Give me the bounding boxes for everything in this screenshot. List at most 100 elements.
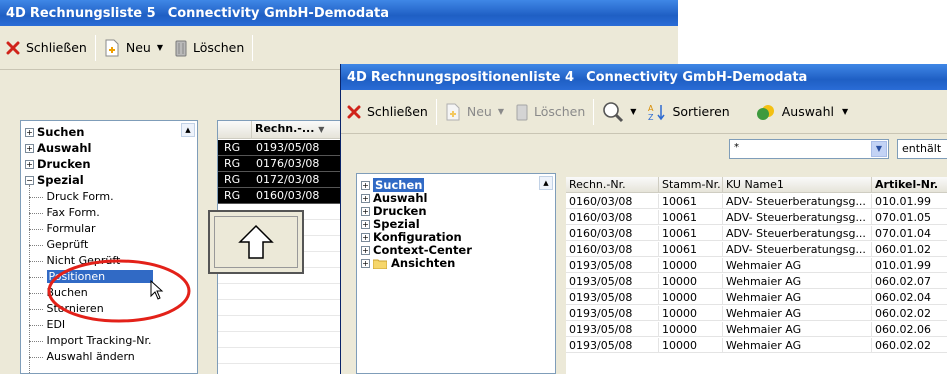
table-cell: 0193/05/08 — [566, 258, 659, 273]
table-cell: 10000 — [659, 338, 723, 353]
back-window-titlebar[interactable]: 4D Rechnungsliste 5 Connectivity GmbH-De… — [0, 0, 678, 26]
tree-node-context-center[interactable]: + Context-Center — [361, 243, 472, 257]
table-cell: 10000 — [659, 322, 723, 337]
table-row[interactable]: 0160/03/08 10061 ADV- Steuerberatungsg... 0… — [566, 194, 947, 210]
dropdown-arrow-icon[interactable]: ▼ — [630, 107, 636, 116]
sort-arrow-icon: ▼ — [318, 125, 325, 134]
table-row[interactable]: 0193/05/08 10000 Wehmaier AG 060.02.02 — [566, 338, 947, 354]
new-document-icon — [105, 39, 119, 56]
back-grid-row[interactable]: RG 0160/03/08 — [218, 188, 348, 204]
table-cell: 010.01.99 — [872, 258, 947, 273]
table-row[interactable]: 0193/05/08 10000 Wehmaier AG 060.02.04 — [566, 290, 947, 306]
table-cell: ADV- Steuerberatungsg... — [723, 210, 872, 225]
table-cell: Wehmaier AG — [723, 258, 872, 273]
table-cell: Wehmaier AG — [723, 290, 872, 305]
table-row[interactable]: 0160/03/08 10061 ADV- Steuerberatungsg... 0… — [566, 210, 947, 226]
tree-node-suchen[interactable]: + Suchen — [361, 178, 425, 192]
table-row[interactable]: 0193/05/08 10000 Wehmaier AG 060.02.02 — [566, 306, 947, 322]
table-cell: 0193/05/08 — [566, 322, 659, 337]
toolbar-separator — [593, 98, 595, 125]
selection-button-label: Auswahl — [781, 104, 834, 119]
selection-button[interactable]: Auswahl ▼ — [750, 97, 854, 127]
new-button[interactable]: Neu ▼ — [439, 97, 510, 127]
table-row[interactable]: 0160/03/08 10061 ADV- Steuerberatungsg... 0… — [566, 226, 947, 242]
back-window-subtitle: Connectivity GmbH-Demodata — [167, 5, 389, 21]
table-cell: 070.01.04 — [872, 226, 947, 241]
tree-node-drucken[interactable]: + Drucken — [25, 157, 91, 171]
mouse-cursor-icon — [150, 280, 164, 300]
tree-node-auswahl[interactable]: + Auswahl — [25, 141, 91, 155]
table-cell: 010.01.99 — [872, 194, 947, 209]
table-cell: ADV- Steuerberatungsg... — [723, 194, 872, 209]
front-window-title: Rechnungspositionenliste 4 — [370, 69, 575, 85]
filter-input[interactable]: * ▼ — [729, 139, 889, 159]
grid-header-rechn[interactable]: Rechn.-... ▼ — [252, 121, 348, 139]
highlight-ellipse — [47, 259, 191, 323]
tree-node-auswahl[interactable]: + Auswahl — [361, 191, 427, 205]
col-header-ku-name1[interactable]: KU Name1 — [723, 177, 872, 193]
tree-leaf-geprueft[interactable]: Geprüft — [29, 237, 88, 252]
tree-leaf-fax-form[interactable]: Fax Form. — [29, 205, 100, 220]
close-button[interactable]: Schließen — [341, 97, 434, 127]
operator-select[interactable]: enthält — [897, 139, 947, 159]
trash-icon — [175, 40, 187, 56]
col-header-artikel-nr[interactable]: Artikel-Nr. — [872, 177, 947, 193]
tree-scroll-up-icon[interactable]: ▲ — [181, 123, 195, 137]
delete-button[interactable]: Löschen — [169, 33, 250, 63]
front-window-titlebar[interactable]: 4D Rechnungspositionenliste 4 Connectivi… — [341, 64, 947, 90]
table-row[interactable]: 0160/03/08 10061 ADV- Steuerberatungsg... 0… — [566, 242, 947, 258]
dropdown-arrow-icon[interactable]: ▼ — [871, 141, 887, 157]
svg-text:Z: Z — [648, 113, 654, 121]
tree-node-suchen[interactable]: + Suchen — [25, 125, 84, 139]
dropdown-arrow-icon[interactable]: ▼ — [498, 107, 504, 116]
up-arrow-button[interactable] — [208, 210, 304, 274]
front-window: 4D Rechnungspositionenliste 4 Connectivi… — [340, 64, 947, 374]
new-button-label: Neu — [125, 40, 151, 55]
magnifier-icon — [603, 101, 624, 122]
svg-text:A: A — [648, 104, 654, 113]
table-cell: 0193/05/08 — [566, 338, 659, 353]
table-cell: 0160/03/08 — [566, 242, 659, 257]
tree-leaf-formular[interactable]: Formular — [29, 221, 96, 236]
front-table[interactable]: Rechn.-Nr. Stamm-Nr. KU Name1 Artikel-Nr… — [566, 177, 947, 374]
table-cell: 060.02.07 — [872, 274, 947, 289]
tree-node-spezial[interactable]: + Spezial — [361, 217, 420, 231]
close-button[interactable]: Schließen — [0, 33, 93, 63]
table-row[interactable]: 0193/05/08 10000 Wehmaier AG 060.02.07 — [566, 274, 947, 290]
table-cell: 0193/05/08 — [566, 290, 659, 305]
col-header-stamm-nr[interactable]: Stamm-Nr. — [659, 177, 723, 193]
search-button[interactable]: ▼ — [596, 97, 642, 127]
delete-button[interactable]: Löschen — [510, 97, 591, 127]
table-cell: 0193/05/08 — [566, 274, 659, 289]
toolbar-separator — [435, 98, 437, 125]
grid-header-blank — [218, 121, 252, 139]
dropdown-arrow-icon[interactable]: ▼ — [842, 107, 848, 116]
close-button-label: Schließen — [26, 40, 87, 55]
back-grid-row[interactable]: RG 0172/03/08 — [218, 172, 348, 188]
tree-node-ansichten[interactable]: + Ansichten — [361, 256, 455, 270]
tree-node-spezial[interactable]: − Spezial — [25, 173, 84, 187]
table-cell: 060.02.04 — [872, 290, 947, 305]
dropdown-arrow-icon[interactable]: ▼ — [157, 43, 163, 52]
back-tree-panel[interactable]: ▲ + Suchen + Auswahl + Drucken − Spezial Dru… — [20, 120, 198, 374]
table-cell: 0193/05/08 — [566, 306, 659, 321]
back-grid-row[interactable]: RG 0193/05/08 — [218, 140, 348, 156]
sort-button[interactable]: AZ Sortieren — [642, 97, 735, 127]
table-cell: 060.02.02 — [872, 306, 947, 321]
table-cell: 060.01.02 — [872, 242, 947, 257]
front-tree-panel[interactable]: ▲ + Suchen + Auswahl + Drucken + Spezial + Ko… — [356, 173, 556, 374]
table-row[interactable]: 0193/05/08 10000 Wehmaier AG 010.01.99 — [566, 258, 947, 274]
table-row[interactable]: 0193/05/08 10000 Wehmaier AG 060.02.06 — [566, 322, 947, 338]
delete-button-label: Löschen — [192, 40, 245, 55]
col-header-rechn-nr[interactable]: Rechn.-Nr. — [566, 177, 659, 193]
tree-leaf-import-tracking[interactable]: Import Tracking-Nr. — [29, 333, 152, 348]
tree-node-konfiguration[interactable]: + Konfiguration — [361, 230, 462, 244]
tree-leaf-druck-form[interactable]: Druck Form. — [29, 189, 114, 204]
tree-leaf-auswahl-aendern[interactable]: Auswahl ändern — [29, 349, 135, 364]
table-cell: 10061 — [659, 210, 723, 225]
back-grid-row[interactable]: RG 0176/03/08 — [218, 156, 348, 172]
table-cell: 10061 — [659, 226, 723, 241]
tree-node-drucken[interactable]: + Drucken — [361, 204, 427, 218]
tree-scroll-up-icon[interactable]: ▲ — [539, 176, 553, 190]
new-button[interactable]: Neu ▼ — [98, 33, 169, 63]
